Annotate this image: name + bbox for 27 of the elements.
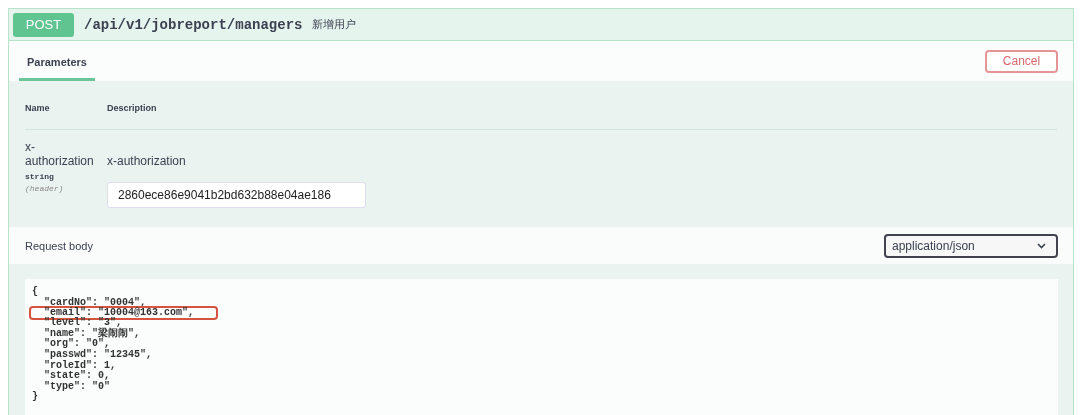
content-type-select[interactable]: application/json (884, 233, 1058, 258)
request-body-label: Request body (25, 239, 93, 252)
parameter-name: authorization (25, 154, 95, 168)
code-line: "roleId": 1, (43, 360, 116, 371)
code-line: "cardNo": "0004", (43, 297, 147, 308)
parameter-name: x- (25, 140, 36, 154)
code-line: { (32, 287, 38, 298)
code-line: "state": 0, (43, 371, 110, 382)
chevron-down-icon (1037, 242, 1046, 249)
code-line: } (32, 392, 38, 403)
code-editor[interactable]: { "cardNo": "0004", "email": "10004@163.com", "level": "3", "name": "梁闹闹", "org": "0", "passwd": "12345", "roleId": 1, "state": 0, "type": "0" } (25, 279, 1058, 415)
parameter-description: x-authorization (107, 154, 187, 168)
parameters-tab[interactable]: Parameters (19, 41, 95, 81)
code-line: "org": "0", (43, 339, 110, 350)
method-badge: POST (13, 12, 74, 37)
code-line: "type": "0" (43, 381, 110, 393)
column-header: Description (107, 103, 157, 113)
endpoint-path: /api/v1/jobreport/managers (84, 16, 303, 33)
endpoint-summary: 新增用户 (312, 17, 357, 32)
parameter-type: string (25, 172, 55, 181)
cancel-button[interactable]: Cancel (985, 49, 1058, 73)
operation-header[interactable]: POST /api/v1/jobreport/managers 新增用户 (9, 9, 1073, 41)
code-line: "name": "梁闹闹", (43, 328, 140, 339)
column-header: Name (25, 103, 51, 113)
code-line: "passwd": "12345", (43, 349, 153, 361)
parameter-location: (header) (25, 184, 65, 193)
input-field[interactable]: 2860ece86e9041b2bd632b88e04ae186 (107, 182, 366, 208)
